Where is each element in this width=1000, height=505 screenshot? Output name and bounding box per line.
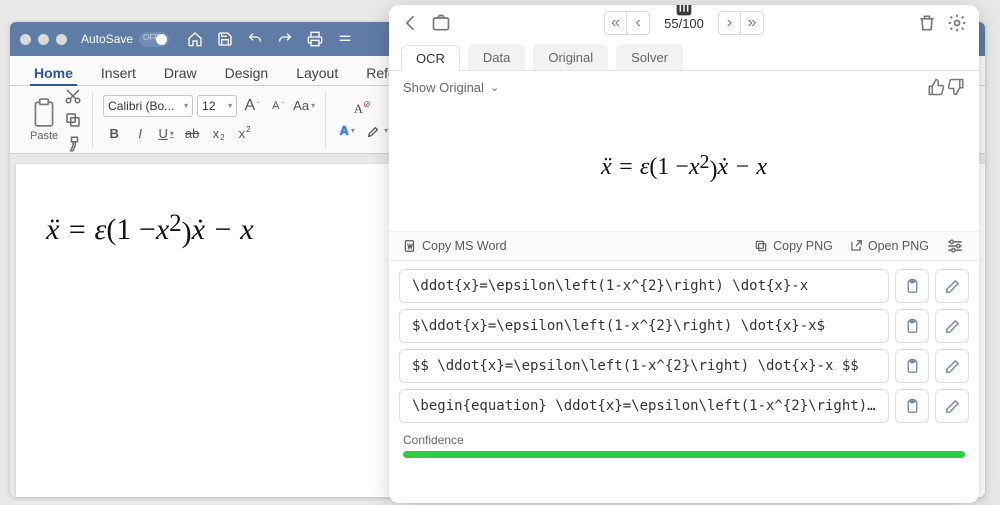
show-original-label: Show Original — [403, 80, 484, 95]
settings-lines-icon[interactable] — [945, 236, 965, 256]
italic-button[interactable]: I — [129, 123, 151, 145]
zoom-dot[interactable] — [56, 34, 67, 45]
copy-clipboard-icon[interactable] — [895, 309, 929, 343]
font-name-combo[interactable]: Calibri (Bo... ▾ — [103, 95, 193, 117]
grow-font-button[interactable]: Aˆ — [241, 95, 263, 117]
last-icon[interactable]: » — [741, 12, 763, 34]
edit-icon[interactable] — [935, 269, 969, 303]
copy-icon[interactable] — [64, 111, 82, 129]
copy-png-label: Copy PNG — [773, 239, 833, 253]
bold-button[interactable]: B — [103, 123, 125, 145]
underline-button[interactable]: U▾ — [155, 123, 177, 145]
format-painter-icon[interactable] — [64, 135, 82, 153]
autosave-label: AutoSave — [81, 32, 133, 46]
edit-icon[interactable] — [935, 309, 969, 343]
tab-home[interactable]: Home — [20, 59, 87, 85]
window-controls[interactable] — [20, 34, 67, 45]
prev-icon[interactable]: ‹ — [627, 12, 649, 34]
equation-preview: ẍ = ε(1 − x2)ẋ − x — [389, 103, 979, 231]
font-size-combo[interactable]: 12 ▾ — [197, 95, 237, 117]
back-icon[interactable] — [401, 13, 421, 33]
print-icon[interactable] — [307, 31, 323, 47]
chevron-down-icon: ⌄ — [490, 81, 499, 94]
subscript-button[interactable]: x2 — [207, 123, 229, 145]
copy-clipboard-icon[interactable] — [895, 389, 929, 423]
panel-subheader: Show Original ⌄ — [389, 71, 979, 103]
more-icon[interactable] — [337, 31, 353, 47]
latex-row: $\ddot{x}=\epsilon\left(1-x^{2}\right) \… — [399, 309, 969, 343]
copy-png-button[interactable]: Copy PNG — [754, 239, 833, 253]
next-icon[interactable]: › — [719, 12, 741, 34]
highlight-button[interactable]: ▾ — [366, 120, 388, 142]
confidence-area: Confidence — [389, 427, 979, 468]
copy-clipboard-icon[interactable] — [895, 349, 929, 383]
save-icon[interactable] — [217, 31, 233, 47]
latex-row: \ddot{x}=\epsilon\left(1-x^{2}\right) \d… — [399, 269, 969, 303]
feedback-buttons — [927, 77, 965, 97]
copy-ms-word-label: Copy MS Word — [422, 239, 507, 253]
first-icon[interactable]: « — [605, 12, 627, 34]
clear-formatting-button[interactable]: A⊘ — [351, 98, 373, 120]
gear-icon[interactable] — [947, 13, 967, 33]
trash-icon[interactable] — [917, 13, 937, 33]
undo-icon[interactable] — [247, 31, 263, 47]
latex-text[interactable]: $$ \ddot{x}=\epsilon\left(1-x^{2}\right)… — [399, 349, 889, 383]
paste-button[interactable]: Paste — [30, 98, 58, 142]
copy-bar: Copy MS Word Copy PNG Open PNG — [389, 231, 979, 261]
tab-solver[interactable]: Solver — [616, 44, 683, 70]
minimize-dot[interactable] — [38, 34, 49, 45]
strike-button[interactable]: ab — [181, 123, 203, 145]
redo-icon[interactable] — [277, 31, 293, 47]
cut-icon[interactable] — [64, 87, 82, 105]
equation-rendered: ẍ = ε(1 − x2)ẋ − x — [601, 147, 767, 187]
thumbs-down-icon[interactable] — [947, 77, 965, 97]
copy-ms-word-button[interactable]: Copy MS Word — [403, 239, 507, 253]
confidence-bar — [403, 451, 965, 458]
tab-insert[interactable]: Insert — [87, 59, 150, 85]
confidence-label: Confidence — [403, 433, 965, 447]
shrink-font-button[interactable]: Aˇ — [267, 95, 289, 117]
latex-row: \begin{equation} \ddot{x}=\epsilon\left(… — [399, 389, 969, 423]
autosave: AutoSave OFF — [81, 32, 169, 47]
close-dot[interactable] — [20, 34, 31, 45]
latex-output-list: \ddot{x}=\epsilon\left(1-x^{2}\right) \d… — [389, 261, 979, 427]
font-name-value: Calibri (Bo... — [108, 99, 174, 113]
show-original-toggle[interactable]: Show Original ⌄ — [403, 80, 499, 95]
copy-clipboard-icon[interactable] — [895, 269, 929, 303]
home-icon[interactable] — [187, 31, 203, 47]
chevron-down-icon: ▾ — [184, 101, 188, 110]
paste-label: Paste — [30, 130, 58, 142]
change-case-button[interactable]: Aa▾ — [293, 95, 315, 117]
font-size-value: 12 — [202, 99, 215, 113]
edit-icon[interactable] — [935, 349, 969, 383]
latex-text[interactable]: \begin{equation} \ddot{x}=\epsilon\left(… — [399, 389, 889, 423]
tab-data[interactable]: Data — [468, 44, 525, 70]
superscript-button[interactable]: x2 — [233, 123, 255, 145]
chevron-down-icon: ▾ — [228, 101, 232, 110]
autosave-toggle[interactable]: OFF — [139, 32, 169, 47]
app-logo-icon — [673, 5, 695, 19]
titlebar-quick-actions — [187, 31, 353, 47]
autosave-state: OFF — [143, 33, 159, 42]
clipboard-group: Paste — [20, 92, 93, 148]
open-png-button[interactable]: Open PNG — [849, 239, 929, 253]
latex-row: $$ \ddot{x}=\epsilon\left(1-x^{2}\right)… — [399, 349, 969, 383]
latex-text[interactable]: $\ddot{x}=\epsilon\left(1-x^{2}\right) \… — [399, 309, 889, 343]
tab-draw[interactable]: Draw — [150, 59, 211, 85]
text-effects-button[interactable]: A▾ — [336, 120, 358, 142]
font-group: Calibri (Bo... ▾ 12 ▾ Aˆ Aˇ Aa▾ B I U▾ a… — [93, 92, 326, 148]
tab-ocr[interactable]: OCR — [401, 45, 460, 71]
tab-layout[interactable]: Layout — [282, 59, 352, 85]
text-effects-group: A⊘ A▾ ▾ — [326, 92, 398, 148]
edit-icon[interactable] — [935, 389, 969, 423]
latex-text[interactable]: \ddot{x}=\epsilon\left(1-x^{2}\right) \d… — [399, 269, 889, 303]
open-png-label: Open PNG — [868, 239, 929, 253]
capture-icon[interactable] — [431, 13, 451, 33]
tab-original[interactable]: Original — [533, 44, 608, 70]
panel-tabs: OCR Data Original Solver — [389, 41, 979, 71]
tab-design[interactable]: Design — [211, 59, 283, 85]
thumbs-up-icon[interactable] — [927, 77, 945, 97]
mathpix-panel: « ‹ 55/100 › » OCR Data Original Solver … — [389, 5, 979, 503]
